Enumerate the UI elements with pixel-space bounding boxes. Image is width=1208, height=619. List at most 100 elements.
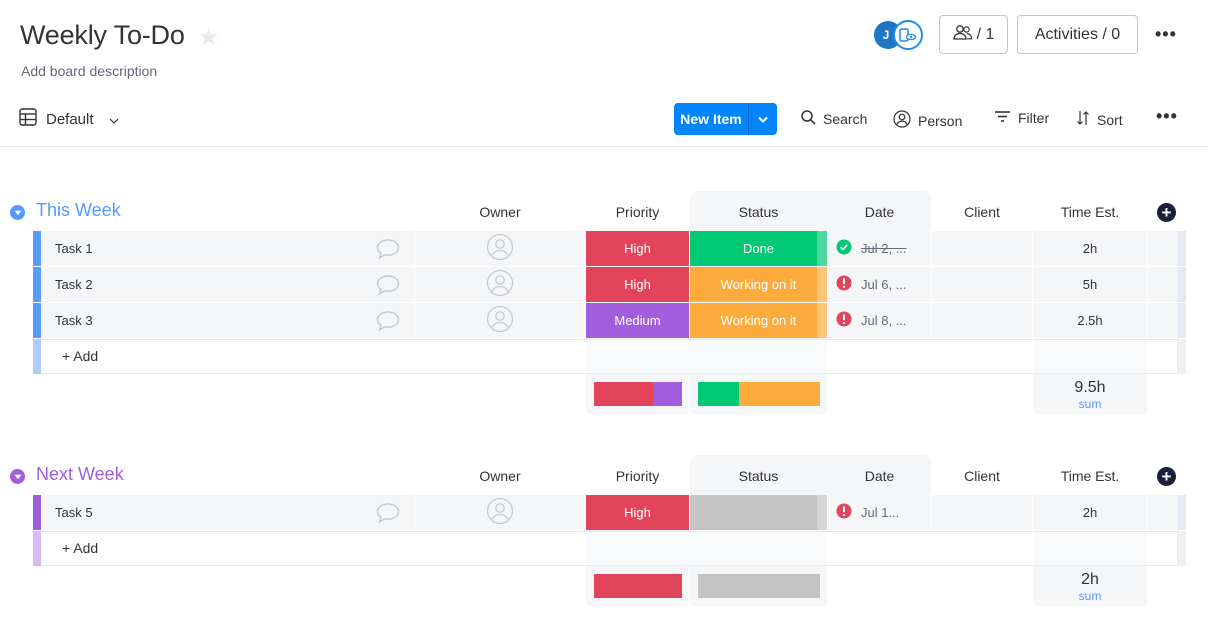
owner-cell[interactable] (415, 303, 585, 338)
group-title[interactable]: Next Week (36, 464, 124, 485)
activities-button[interactable]: Activities / 0 (1017, 15, 1138, 54)
person-placeholder-icon (486, 497, 514, 528)
person-placeholder-icon (486, 305, 514, 336)
column-header-owner[interactable]: Owner (415, 204, 585, 220)
priority-summary[interactable] (586, 566, 689, 606)
group-collapse-chevron-icon[interactable] (10, 205, 25, 220)
date-cell[interactable]: Jul 8, ... (828, 303, 931, 338)
add-item-label[interactable]: + Add (62, 348, 98, 364)
priority-summary[interactable] (586, 374, 689, 414)
row-color-bar[interactable] (33, 231, 41, 266)
new-item-button[interactable]: New Item (674, 103, 777, 135)
client-cell[interactable] (932, 303, 1032, 338)
row-scroll-edge (1178, 303, 1186, 338)
item-name[interactable]: Task 1 (41, 231, 414, 266)
distribution-segment-high (594, 574, 682, 598)
column-header-owner[interactable]: Owner (415, 468, 585, 484)
status-label[interactable]: Working on it (690, 303, 827, 338)
time-est-cell[interactable]: 2h (1033, 495, 1147, 530)
time-est-cell[interactable]: 5h (1033, 267, 1147, 302)
date-cell[interactable]: Jul 6, ... (828, 267, 931, 302)
client-cell[interactable] (932, 495, 1032, 530)
more-options-icon[interactable]: ••• (1155, 24, 1177, 45)
owner-cell[interactable] (415, 231, 585, 266)
table-row: Task 3 Medium Working on it Jul 8, ... 2… (0, 303, 1208, 339)
priority-label[interactable]: Medium (586, 303, 689, 338)
item-name[interactable]: Task 3 (41, 303, 414, 338)
comment-bubble-icon[interactable] (375, 310, 401, 337)
time-est-cell[interactable]: 2h (1033, 231, 1147, 266)
client-cell[interactable] (932, 267, 1032, 302)
person-icon (893, 110, 911, 131)
column-header-priority[interactable]: Priority (586, 468, 689, 484)
add-item-row[interactable]: + Add (0, 339, 1208, 374)
column-header-time-est[interactable]: Time Est. (1033, 204, 1147, 220)
filter-button[interactable]: Filter (994, 110, 1049, 126)
date-cell[interactable]: Jul 1... (828, 495, 931, 530)
add-item-label[interactable]: + Add (62, 540, 98, 556)
status-summary[interactable] (690, 374, 827, 414)
priority-label[interactable]: High (586, 231, 689, 266)
distribution-segment-high (594, 382, 653, 406)
filter-icon (994, 110, 1011, 126)
owner-cell[interactable] (415, 495, 585, 530)
toolbar-more-icon[interactable]: ••• (1156, 106, 1178, 127)
board-members-button[interactable]: / 1 (939, 15, 1008, 54)
column-header-date[interactable]: Date (828, 468, 931, 484)
add-row-color-bar (33, 339, 41, 374)
members-count: / 1 (976, 25, 995, 43)
view-selector[interactable]: Default (19, 108, 119, 130)
row-color-bar[interactable] (33, 303, 41, 338)
add-item-row[interactable]: + Add (0, 531, 1208, 566)
alert-exclamation-icon (836, 275, 852, 294)
alert-exclamation-icon (836, 503, 852, 522)
favorite-star-icon[interactable]: ★ (198, 23, 220, 52)
add-column-plus-icon[interactable]: + (1157, 467, 1176, 486)
table-row: Task 1 High Done Jul 2, ... 2h (0, 231, 1208, 267)
comment-bubble-icon[interactable] (375, 274, 401, 301)
status-summary[interactable] (690, 566, 827, 606)
column-header-status[interactable]: Status (690, 468, 827, 484)
person-filter-button[interactable]: Person (893, 110, 962, 131)
search-button[interactable]: Search (801, 110, 867, 128)
owner-cell[interactable] (415, 267, 585, 302)
add-row-color-bar (33, 531, 41, 566)
column-header-client[interactable]: Client (932, 204, 1032, 220)
time-est-summary[interactable]: 2h sum (1033, 566, 1147, 606)
new-item-label[interactable]: New Item (674, 103, 749, 135)
time-sum-value: 2h (1081, 571, 1099, 588)
group-title[interactable]: This Week (36, 200, 121, 221)
column-header-priority[interactable]: Priority (586, 204, 689, 220)
group-collapse-chevron-icon[interactable] (10, 469, 25, 484)
board-subscribers[interactable]: J (874, 20, 924, 50)
time-est-cell[interactable]: 2.5h (1033, 303, 1147, 338)
comment-bubble-icon[interactable] (375, 238, 401, 265)
item-name[interactable]: Task 5 (41, 495, 414, 530)
time-est-summary[interactable]: 9.5h sum (1033, 374, 1147, 414)
extra-cell (1148, 267, 1178, 302)
watch-eye-icon[interactable] (893, 20, 923, 50)
add-column-plus-icon[interactable]: + (1157, 203, 1176, 222)
board-title[interactable]: Weekly To-Do (20, 20, 185, 51)
person-placeholder-icon (486, 269, 514, 300)
status-text: Working on it (720, 277, 797, 292)
date-cell[interactable]: Jul 2, ... (828, 231, 931, 266)
priority-label[interactable]: High (586, 495, 689, 530)
priority-label[interactable]: High (586, 267, 689, 302)
sort-button[interactable]: Sort (1076, 110, 1123, 129)
item-name[interactable]: Task 2 (41, 267, 414, 302)
client-cell[interactable] (932, 231, 1032, 266)
column-header-status[interactable]: Status (690, 204, 827, 220)
new-item-dropdown-chevron-icon[interactable] (749, 103, 777, 135)
column-header-client[interactable]: Client (932, 468, 1032, 484)
row-color-bar[interactable] (33, 267, 41, 302)
status-label[interactable] (690, 495, 827, 530)
column-header-time-est[interactable]: Time Est. (1033, 468, 1147, 484)
status-label[interactable]: Done (690, 231, 827, 266)
board-description[interactable]: Add board description (21, 63, 157, 79)
status-label[interactable]: Working on it (690, 267, 827, 302)
search-label: Search (823, 111, 868, 127)
comment-bubble-icon[interactable] (375, 502, 401, 529)
column-header-date[interactable]: Date (828, 204, 931, 220)
row-color-bar[interactable] (33, 495, 41, 530)
